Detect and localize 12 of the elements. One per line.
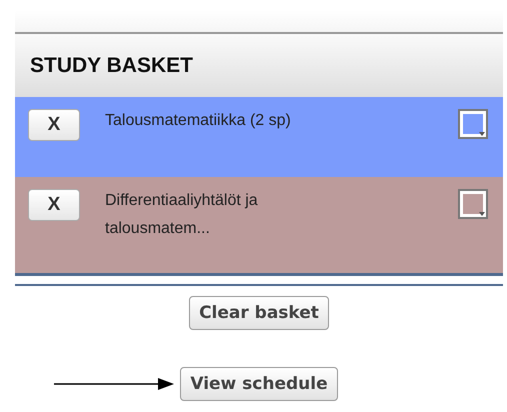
- remove-button[interactable]: X: [28, 109, 80, 141]
- course-name: Talousmatematiikka (2 sp): [105, 111, 292, 131]
- color-picker[interactable]: [458, 109, 488, 139]
- dropdown-caret-icon: [479, 132, 485, 136]
- course-name: Differentiaaliyhtälöt ja talousmatem...: [105, 191, 259, 239]
- clear-basket-button[interactable]: Clear basket: [189, 296, 329, 330]
- color-picker[interactable]: [458, 189, 488, 219]
- arrow-icon: [54, 378, 174, 390]
- remove-button[interactable]: X: [28, 189, 80, 221]
- view-schedule-button[interactable]: View schedule: [180, 367, 338, 401]
- dropdown-caret-icon: [479, 212, 485, 216]
- basket-title: STUDY BASKET: [30, 54, 193, 78]
